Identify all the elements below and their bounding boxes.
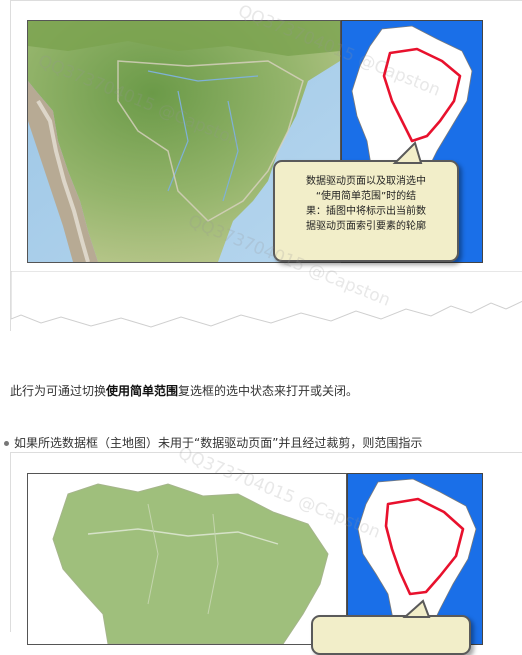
figure-2: QQ373704015 @Capston xyxy=(10,443,522,655)
bullet-dot-icon xyxy=(4,441,9,446)
callout-pointer-2 xyxy=(402,599,431,618)
callout-note: 数据驱动页面以及取消选中 “使用简单范围”时的结 果：插图中将标示出当前数 据驱… xyxy=(273,160,459,262)
bullet-item: 如果所选数据框（主地图）未用于“数据驱动页面”并且经过裁剪，则范围指示 xyxy=(4,434,422,451)
callout-note-2 xyxy=(311,615,471,655)
body-paragraph: 此行为可通过切换使用简单范围复选框的选中状态来打开或关闭。 xyxy=(10,382,358,399)
paragraph-bold-term: 使用简单范围 xyxy=(106,384,179,398)
clipped-brazil-map xyxy=(28,474,346,644)
bullet-text: 如果所选数据框（主地图）未用于“数据驱动页面”并且经过裁剪，则范围指示 xyxy=(14,436,423,450)
callout-line-4: 据驱动页面索引要素的轮廓 xyxy=(306,221,426,232)
figure-1: 数据驱动页面以及取消选中 “使用简单范围”时的结 果：插图中将标示出当前数 据驱… xyxy=(10,0,522,331)
callout-line-3: 果：插图中将标示出当前数 xyxy=(306,206,426,217)
main-map-frame-clipped xyxy=(27,473,347,645)
paragraph-text-start: 此行为可通过切换 xyxy=(10,384,107,398)
torn-paper-edge xyxy=(11,271,522,328)
callout-line-2: “使用简单范围”时的结 xyxy=(315,191,417,202)
paragraph-text-end: 复选框的选中状态来打开或关闭。 xyxy=(178,384,359,398)
callout-line-1: 数据驱动页面以及取消选中 xyxy=(306,176,426,187)
callout-pointer xyxy=(392,141,423,164)
